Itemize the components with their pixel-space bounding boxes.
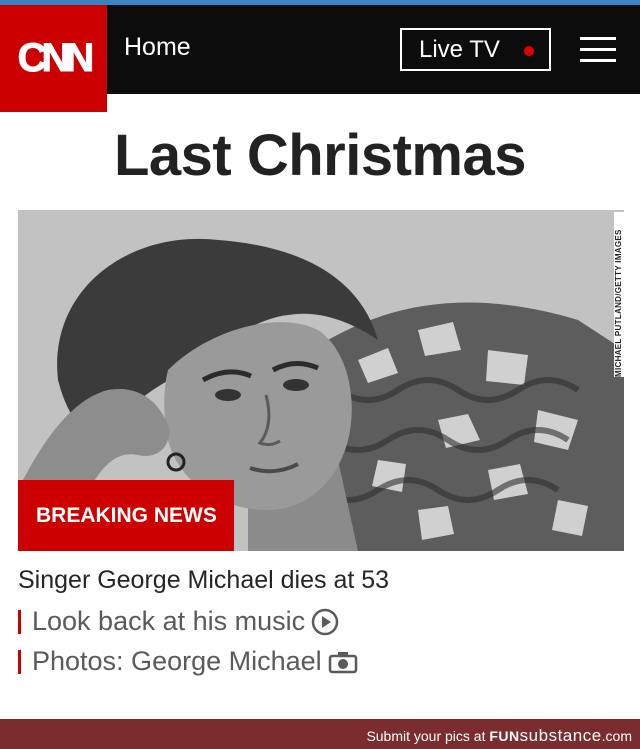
link-accent-bar [18, 609, 21, 634]
music-link[interactable]: Look back at his music [18, 606, 339, 637]
story-title-link[interactable]: Singer George Michael dies at 53 [18, 566, 389, 595]
footer-brand-suffix: substance [519, 726, 602, 745]
play-icon [311, 608, 339, 635]
cnn-logo[interactable]: CNN [0, 5, 107, 112]
live-tv-label: Live TV [419, 35, 500, 63]
photos-link-label: Photos: George Michael [32, 646, 322, 676]
footer-brand[interactable]: FUNsubstance [489, 726, 602, 745]
page-headline: Last Christmas [113, 123, 527, 188]
live-tv-button[interactable]: Live TV [400, 28, 551, 71]
footer-bar: Submit your pics at FUNsubstance.com [0, 719, 640, 749]
photos-link[interactable]: Photos: George Michael [18, 646, 358, 677]
cnn-logo-text: CNN [17, 36, 95, 81]
photo-credit: MICHAEL PUTLAND/GETTY IMAGES [614, 212, 624, 377]
link-accent-bar [18, 649, 21, 674]
footer-brand-domain: .com [601, 728, 632, 744]
live-indicator-icon [524, 46, 534, 56]
nav-home-link[interactable]: Home [124, 33, 191, 62]
footer-text: Submit your pics at [366, 728, 490, 744]
hamburger-menu-icon[interactable] [580, 37, 616, 63]
footer-credit: Submit your pics at FUNsubstance.com [366, 726, 632, 746]
music-link-label: Look back at his music [32, 606, 306, 636]
footer-brand-prefix: FUN [489, 728, 520, 744]
breaking-news-badge: BREAKING NEWS [18, 480, 234, 551]
camera-icon [328, 651, 357, 673]
